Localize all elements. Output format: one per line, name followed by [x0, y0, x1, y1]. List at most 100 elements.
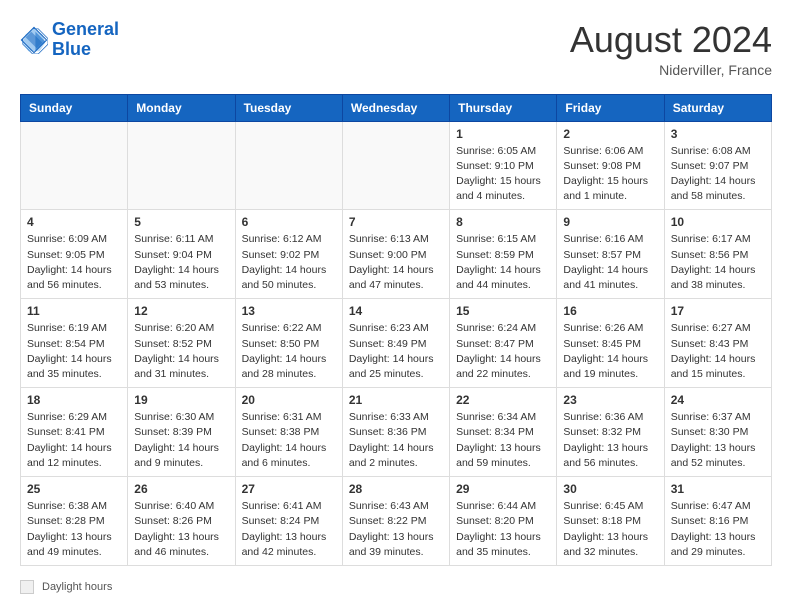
day-number: 18	[27, 393, 121, 407]
day-info: Sunrise: 6:47 AM Sunset: 8:16 PM Dayligh…	[671, 499, 765, 560]
day-info: Sunrise: 6:17 AM Sunset: 8:56 PM Dayligh…	[671, 232, 765, 293]
calendar-week-4: 18 Sunrise: 6:29 AM Sunset: 8:41 PM Dayli…	[21, 388, 772, 477]
calendar-header-row: SundayMondayTuesdayWednesdayThursdayFrid…	[21, 94, 772, 121]
day-number: 1	[456, 127, 550, 141]
calendar-cell: 11Sunrise: 6:19 AM Sunset: 8:54 PM Dayli…	[21, 299, 128, 388]
calendar-cell: 9Sunrise: 6:16 AM Sunset: 8:57 PM Daylig…	[557, 210, 664, 299]
calendar-dow-monday: Monday	[128, 94, 235, 121]
day-number: 27	[242, 482, 336, 496]
day-info: Sunrise: 6:24 AM Sunset: 8:47 PM Dayligh…	[456, 321, 550, 382]
day-number: 3	[671, 127, 765, 141]
day-number: 17	[671, 304, 765, 318]
day-number: 9	[563, 215, 657, 229]
calendar-cell: 20 Sunrise: 6:31 AM Sunset: 8:38 PM Dayli…	[235, 388, 342, 477]
day-info: Sunrise: 6:33 AM Sunset: 8:36 PM Dayligh…	[349, 410, 443, 471]
calendar-cell: 5Sunrise: 6:11 AM Sunset: 9:04 PM Daylig…	[128, 210, 235, 299]
logo-blue: Blue	[52, 39, 91, 59]
calendar-week-5: 25 Sunrise: 6:38 AM Sunset: 8:28 PM Dayli…	[21, 477, 772, 566]
logo-text: General Blue	[52, 20, 119, 60]
day-number: 19	[134, 393, 228, 407]
day-info: Sunrise: 6:19 AM Sunset: 8:54 PM Dayligh…	[27, 321, 121, 382]
calendar-cell: 16 Sunrise: 6:26 AM Sunset: 8:45 PM Dayli…	[557, 299, 664, 388]
day-info: Sunrise: 6:15 AM Sunset: 8:59 PM Dayligh…	[456, 232, 550, 293]
calendar-dow-sunday: Sunday	[21, 94, 128, 121]
day-number: 31	[671, 482, 765, 496]
day-number: 29	[456, 482, 550, 496]
calendar-cell: 6 Sunrise: 6:12 AM Sunset: 9:02 PM Daylig…	[235, 210, 342, 299]
daylight-legend-box	[20, 580, 34, 594]
day-number: 13	[242, 304, 336, 318]
calendar-dow-tuesday: Tuesday	[235, 94, 342, 121]
day-info: Sunrise: 6:09 AM Sunset: 9:05 PM Dayligh…	[27, 232, 121, 293]
day-info: Sunrise: 6:05 AM Sunset: 9:10 PM Dayligh…	[456, 144, 550, 205]
calendar-dow-wednesday: Wednesday	[342, 94, 449, 121]
calendar-cell: 3Sunrise: 6:08 AM Sunset: 9:07 PM Daylig…	[664, 121, 771, 210]
calendar-cell: 18 Sunrise: 6:29 AM Sunset: 8:41 PM Dayli…	[21, 388, 128, 477]
day-number: 16	[563, 304, 657, 318]
calendar-cell: 12 Sunrise: 6:20 AM Sunset: 8:52 PM Dayli…	[128, 299, 235, 388]
calendar-table: SundayMondayTuesdayWednesdayThursdayFrid…	[20, 94, 772, 566]
day-info: Sunrise: 6:34 AM Sunset: 8:34 PM Dayligh…	[456, 410, 550, 471]
day-info: Sunrise: 6:26 AM Sunset: 8:45 PM Dayligh…	[563, 321, 657, 382]
day-info: Sunrise: 6:38 AM Sunset: 8:28 PM Dayligh…	[27, 499, 121, 560]
calendar-cell: 8 Sunrise: 6:15 AM Sunset: 8:59 PM Daylig…	[450, 210, 557, 299]
day-info: Sunrise: 6:37 AM Sunset: 8:30 PM Dayligh…	[671, 410, 765, 471]
day-number: 14	[349, 304, 443, 318]
day-number: 6	[242, 215, 336, 229]
day-number: 21	[349, 393, 443, 407]
daylight-label: Daylight hours	[42, 581, 112, 593]
calendar-cell: 2 Sunrise: 6:06 AM Sunset: 9:08 PM Daylig…	[557, 121, 664, 210]
day-info: Sunrise: 6:29 AM Sunset: 8:41 PM Dayligh…	[27, 410, 121, 471]
day-number: 10	[671, 215, 765, 229]
day-number: 5	[134, 215, 228, 229]
day-info: Sunrise: 6:36 AM Sunset: 8:32 PM Dayligh…	[563, 410, 657, 471]
day-info: Sunrise: 6:40 AM Sunset: 8:26 PM Dayligh…	[134, 499, 228, 560]
day-info: Sunrise: 6:23 AM Sunset: 8:49 PM Dayligh…	[349, 321, 443, 382]
day-info: Sunrise: 6:13 AM Sunset: 9:00 PM Dayligh…	[349, 232, 443, 293]
day-number: 12	[134, 304, 228, 318]
calendar-dow-thursday: Thursday	[450, 94, 557, 121]
day-number: 25	[27, 482, 121, 496]
day-info: Sunrise: 6:06 AM Sunset: 9:08 PM Dayligh…	[563, 144, 657, 205]
calendar-cell: 30 Sunrise: 6:45 AM Sunset: 8:18 PM Dayli…	[557, 477, 664, 566]
month-year-title: August 2024	[570, 20, 772, 60]
day-info: Sunrise: 6:45 AM Sunset: 8:18 PM Dayligh…	[563, 499, 657, 560]
day-number: 7	[349, 215, 443, 229]
calendar-cell: 27 Sunrise: 6:41 AM Sunset: 8:24 PM Dayli…	[235, 477, 342, 566]
day-number: 24	[671, 393, 765, 407]
calendar-cell: 19 Sunrise: 6:30 AM Sunset: 8:39 PM Dayli…	[128, 388, 235, 477]
calendar-cell: 26 Sunrise: 6:40 AM Sunset: 8:26 PM Dayli…	[128, 477, 235, 566]
calendar-week-1: 1 Sunrise: 6:05 AM Sunset: 9:10 PM Daylig…	[21, 121, 772, 210]
location-subtitle: Niderviller, France	[570, 62, 772, 78]
calendar-cell: 14 Sunrise: 6:23 AM Sunset: 8:49 PM Dayli…	[342, 299, 449, 388]
day-number: 28	[349, 482, 443, 496]
day-info: Sunrise: 6:22 AM Sunset: 8:50 PM Dayligh…	[242, 321, 336, 382]
calendar-dow-saturday: Saturday	[664, 94, 771, 121]
page-header: General Blue August 2024 Niderviller, Fr…	[20, 20, 772, 78]
calendar-cell: 13 Sunrise: 6:22 AM Sunset: 8:50 PM Dayli…	[235, 299, 342, 388]
day-info: Sunrise: 6:20 AM Sunset: 8:52 PM Dayligh…	[134, 321, 228, 382]
calendar-cell: 28Sunrise: 6:43 AM Sunset: 8:22 PM Dayli…	[342, 477, 449, 566]
calendar-week-2: 4Sunrise: 6:09 AM Sunset: 9:05 PM Daylig…	[21, 210, 772, 299]
day-info: Sunrise: 6:27 AM Sunset: 8:43 PM Dayligh…	[671, 321, 765, 382]
calendar-cell: 31 Sunrise: 6:47 AM Sunset: 8:16 PM Dayli…	[664, 477, 771, 566]
day-number: 20	[242, 393, 336, 407]
calendar-cell: 23 Sunrise: 6:36 AM Sunset: 8:32 PM Dayli…	[557, 388, 664, 477]
day-number: 8	[456, 215, 550, 229]
general-blue-logo-icon	[20, 26, 48, 54]
day-number: 22	[456, 393, 550, 407]
day-number: 30	[563, 482, 657, 496]
day-number: 26	[134, 482, 228, 496]
calendar-cell	[21, 121, 128, 210]
calendar-cell: 10 Sunrise: 6:17 AM Sunset: 8:56 PM Dayli…	[664, 210, 771, 299]
day-info: Sunrise: 6:41 AM Sunset: 8:24 PM Dayligh…	[242, 499, 336, 560]
day-number: 2	[563, 127, 657, 141]
day-info: Sunrise: 6:30 AM Sunset: 8:39 PM Dayligh…	[134, 410, 228, 471]
calendar-cell	[342, 121, 449, 210]
day-info: Sunrise: 6:12 AM Sunset: 9:02 PM Dayligh…	[242, 232, 336, 293]
day-number: 23	[563, 393, 657, 407]
day-info: Sunrise: 6:44 AM Sunset: 8:20 PM Dayligh…	[456, 499, 550, 560]
title-block: August 2024 Niderviller, France	[570, 20, 772, 78]
calendar-cell: 22 Sunrise: 6:34 AM Sunset: 8:34 PM Dayli…	[450, 388, 557, 477]
day-info: Sunrise: 6:31 AM Sunset: 8:38 PM Dayligh…	[242, 410, 336, 471]
